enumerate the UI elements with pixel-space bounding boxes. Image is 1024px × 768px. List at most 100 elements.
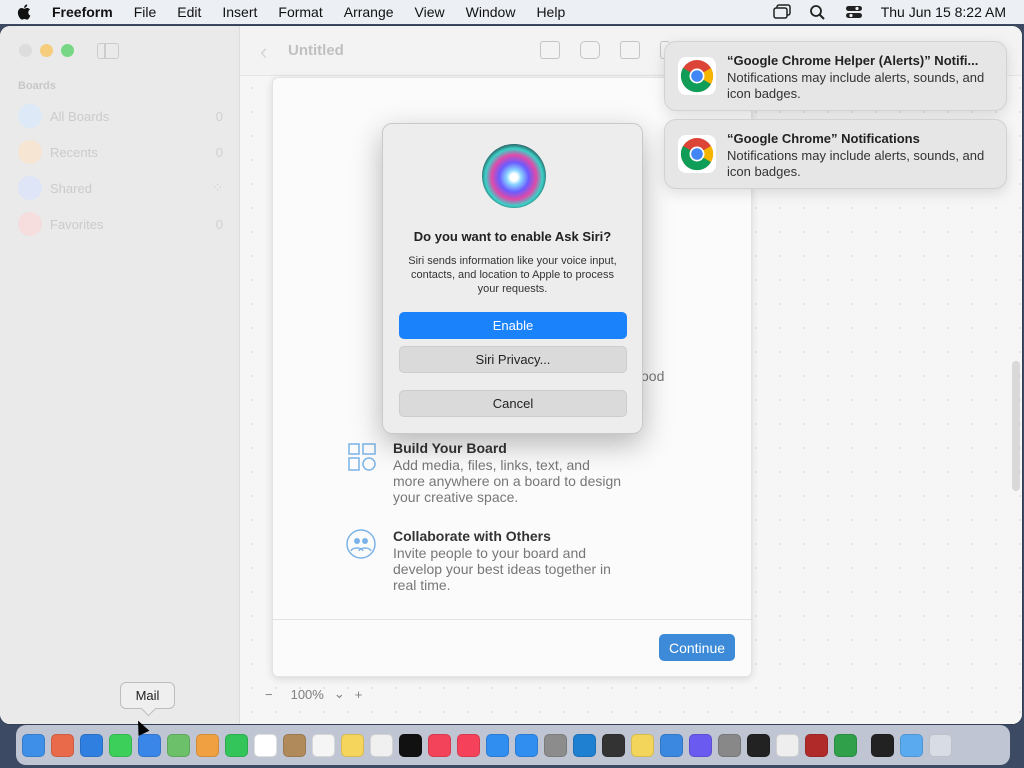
font-book-icon[interactable] bbox=[718, 733, 741, 757]
screen-mirroring-icon[interactable] bbox=[772, 4, 791, 20]
messages-icon[interactable] bbox=[109, 733, 132, 757]
menu-file[interactable]: File bbox=[134, 4, 157, 20]
sidebar-item-label: Shared bbox=[50, 180, 92, 196]
trash-icon[interactable] bbox=[929, 733, 952, 757]
contacts-icon[interactable] bbox=[283, 733, 306, 757]
chrome-icon[interactable] bbox=[834, 733, 857, 757]
sidebar-item-count: 0 bbox=[215, 108, 223, 124]
siri-dialog-body: Siri sends information like your voice i… bbox=[408, 255, 617, 295]
notification-chrome-helper[interactable]: “Google Chrome Helper (Alerts)” Notifi..… bbox=[664, 41, 1007, 111]
menu-clock[interactable]: Thu Jun 15 8:22 AM bbox=[881, 4, 1006, 20]
sidebar-item-recents[interactable]: Recents 0 bbox=[18, 139, 223, 165]
all-boards-icon bbox=[18, 104, 42, 128]
zoom-window-button[interactable] bbox=[61, 44, 74, 57]
sidebar-toggle-icon[interactable] bbox=[97, 43, 119, 59]
sidebar-item-shared[interactable]: Shared ⁘ bbox=[18, 175, 223, 201]
cloud-icon[interactable] bbox=[660, 733, 683, 757]
zoom-out-button[interactable]: − bbox=[265, 687, 273, 702]
sidebar-item-label: All Boards bbox=[50, 108, 110, 124]
minimize-window-button[interactable] bbox=[40, 44, 53, 57]
zoom-in-button[interactable]: + bbox=[355, 687, 363, 702]
dock-tooltip: Mail bbox=[120, 682, 175, 709]
finder-icon[interactable] bbox=[22, 733, 45, 757]
sidebar-item-spinner-icon: ⁘ bbox=[212, 180, 223, 195]
recents-clock-icon bbox=[18, 140, 42, 164]
control-center-icon[interactable] bbox=[845, 4, 863, 20]
photos-icon[interactable] bbox=[196, 733, 219, 757]
favorites-heart-icon bbox=[18, 212, 42, 236]
reminders-icon[interactable] bbox=[312, 733, 335, 757]
maps-icon[interactable] bbox=[167, 733, 190, 757]
menu-edit[interactable]: Edit bbox=[177, 4, 201, 20]
enable-button[interactable]: Enable bbox=[399, 312, 627, 339]
welcome-partial-text: ood bbox=[641, 368, 665, 384]
shortcuts-icon[interactable] bbox=[689, 733, 712, 757]
chess-icon[interactable] bbox=[747, 733, 770, 757]
vertical-scrollbar[interactable] bbox=[1012, 361, 1020, 491]
terminal-icon[interactable] bbox=[602, 733, 625, 757]
dock bbox=[16, 725, 1010, 765]
spotlight-search-icon[interactable] bbox=[809, 4, 827, 20]
sidebar-item-favorites[interactable]: Favorites 0 bbox=[18, 211, 223, 237]
mail-icon[interactable] bbox=[138, 733, 161, 757]
menu-view[interactable]: View bbox=[415, 4, 445, 20]
collaborate-people-icon bbox=[346, 529, 376, 559]
shape-tool-icon[interactable] bbox=[580, 41, 600, 59]
zoom-level[interactable]: 100% bbox=[291, 687, 324, 702]
close-window-button[interactable] bbox=[19, 44, 32, 57]
menu-window[interactable]: Window bbox=[466, 4, 516, 20]
dictionary-icon[interactable] bbox=[805, 733, 828, 757]
sidebar: Boards All Boards 0 Recents 0 Shared ⁘ F… bbox=[0, 26, 240, 724]
board-title[interactable]: Untitled bbox=[288, 42, 344, 59]
notification-body: Notifications may include alerts, sounds… bbox=[727, 148, 985, 179]
activity-monitor-icon[interactable] bbox=[871, 733, 894, 757]
siri-icon bbox=[482, 144, 546, 208]
continue-button[interactable]: Continue bbox=[659, 634, 735, 661]
feature-description: Invite people to your board and develop … bbox=[393, 545, 611, 593]
news-icon[interactable] bbox=[457, 733, 480, 757]
back-chevron-icon[interactable]: ‹ bbox=[260, 39, 267, 65]
calendar-icon[interactable] bbox=[254, 733, 277, 757]
menu-arrange[interactable]: Arrange bbox=[344, 4, 394, 20]
script-editor-icon[interactable] bbox=[776, 733, 799, 757]
vscode-icon[interactable] bbox=[573, 733, 596, 757]
sticky-note-tool-icon[interactable] bbox=[540, 41, 560, 59]
zoom-control-bar: − 100% ⌄ + bbox=[265, 686, 362, 702]
chrome-logo-icon bbox=[678, 135, 716, 173]
notes-icon[interactable] bbox=[341, 733, 364, 757]
cancel-button[interactable]: Cancel bbox=[399, 390, 627, 417]
facetime-icon[interactable] bbox=[225, 733, 248, 757]
notification-chrome[interactable]: “Google Chrome” Notifications Notificati… bbox=[664, 119, 1007, 189]
system-settings-icon[interactable] bbox=[544, 733, 567, 757]
downloads-folder-icon[interactable] bbox=[900, 733, 923, 757]
sidebar-item-count: 0 bbox=[215, 216, 223, 232]
sidebar-item-all-boards[interactable]: All Boards 0 bbox=[18, 103, 223, 129]
apple-logo-icon[interactable] bbox=[16, 3, 34, 21]
text-box-tool-icon[interactable] bbox=[620, 41, 640, 59]
stickies-icon[interactable] bbox=[631, 733, 654, 757]
freeform-icon[interactable] bbox=[370, 733, 393, 757]
menu-format[interactable]: Format bbox=[278, 4, 322, 20]
music-icon[interactable] bbox=[428, 733, 451, 757]
keynote-icon[interactable] bbox=[486, 733, 509, 757]
siri-dialog-title: Do you want to enable Ask Siri? bbox=[413, 229, 612, 244]
chrome-logo-icon bbox=[678, 57, 716, 95]
media-files-icon bbox=[348, 443, 376, 471]
launchpad-icon[interactable] bbox=[51, 733, 74, 757]
siri-dialog: Do you want to enable Ask Siri? Siri sen… bbox=[382, 123, 643, 434]
sidebar-item-count: 0 bbox=[215, 144, 223, 160]
app-store-icon[interactable] bbox=[515, 733, 538, 757]
feature-description: Add media, files, links, text, and more … bbox=[393, 457, 622, 505]
feature-build-board: Build Your Board Add media, files, links… bbox=[348, 440, 623, 505]
tv-icon[interactable] bbox=[399, 733, 422, 757]
feature-collaborate: Collaborate with Others Invite people to… bbox=[346, 528, 623, 593]
feature-title: Collaborate with Others bbox=[393, 528, 551, 544]
notification-title: “Google Chrome Helper (Alerts)” Notifi..… bbox=[727, 53, 979, 68]
zoom-menu-chevron-icon[interactable]: ⌄ bbox=[334, 686, 345, 702]
welcome-footer: Continue bbox=[273, 619, 751, 676]
menu-app-name[interactable]: Freeform bbox=[52, 4, 113, 20]
siri-privacy-button[interactable]: Siri Privacy... bbox=[399, 346, 627, 373]
menu-help[interactable]: Help bbox=[536, 4, 565, 20]
safari-icon[interactable] bbox=[80, 733, 103, 757]
menu-insert[interactable]: Insert bbox=[222, 4, 257, 20]
